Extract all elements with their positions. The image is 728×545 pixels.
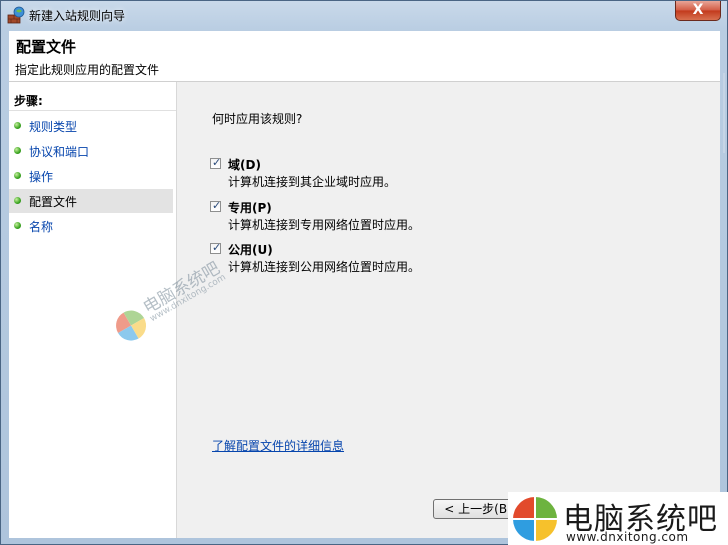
option-domain[interactable]: ✓ 域(D) 计算机连接到其企业域时应用。 xyxy=(210,154,510,190)
domain-checkbox[interactable]: ✓ xyxy=(210,156,222,169)
green-dot-icon xyxy=(14,172,21,179)
step-item-name[interactable]: 名称 xyxy=(9,214,173,238)
step-item-action[interactable]: 操作 xyxy=(9,164,173,188)
green-dot-icon xyxy=(14,147,21,154)
steps-heading: 步骤: xyxy=(14,94,43,108)
step-label: 规则类型 xyxy=(29,120,78,134)
title-bar[interactable]: 新建入站规则向导 X xyxy=(1,1,727,31)
option-private[interactable]: ✓ 专用(P) 计算机连接到专用网络位置时应用。 xyxy=(210,197,510,233)
scrollbar-hint xyxy=(723,73,725,153)
checkmark-icon: ✓ xyxy=(212,199,222,212)
close-button[interactable]: X xyxy=(675,1,721,21)
green-dot-icon xyxy=(14,197,21,204)
question-text: 何时应用该规则? xyxy=(212,112,303,126)
option-label[interactable]: 专用(P) xyxy=(228,199,272,216)
private-checkbox[interactable]: ✓ xyxy=(210,199,222,212)
step-item-rule-type[interactable]: 规则类型 xyxy=(9,114,173,138)
watermark-brand: 电脑系统吧 www.dnxitong.com xyxy=(508,492,728,545)
windows-logo-icon xyxy=(513,497,557,541)
green-dot-icon xyxy=(14,222,21,229)
wizard-header: 配置文件 指定此规则应用的配置文件 xyxy=(9,31,720,82)
option-label[interactable]: 域(D) xyxy=(228,156,261,173)
window-title: 新建入站规则向导 xyxy=(29,9,126,23)
option-description: 计算机连接到专用网络位置时应用。 xyxy=(228,218,421,232)
firewall-wizard-icon xyxy=(7,6,25,24)
step-item-protocol-ports[interactable]: 协议和端口 xyxy=(9,139,173,163)
option-label[interactable]: 公用(U) xyxy=(228,241,273,258)
step-label: 操作 xyxy=(29,170,54,184)
step-item-profile[interactable]: 配置文件 xyxy=(9,189,173,213)
learn-more-link[interactable]: 了解配置文件的详细信息 xyxy=(212,437,344,454)
wizard-window: 新建入站规则向导 X 配置文件 指定此规则应用的配置文件 步骤: 规则类型 协议… xyxy=(0,0,728,545)
steps-divider xyxy=(9,110,176,111)
step-label: 名称 xyxy=(29,220,54,234)
page-subtitle: 指定此规则应用的配置文件 xyxy=(15,63,160,77)
page-title: 配置文件 xyxy=(16,38,77,56)
brand-url: www.dnxitong.com xyxy=(566,530,689,544)
close-icon: X xyxy=(692,2,704,18)
main-panel: 何时应用该规则? ✓ 域(D) 计算机连接到其企业域时应用。 ✓ 专用(P) 计… xyxy=(176,82,720,538)
checkmark-icon: ✓ xyxy=(212,156,222,169)
step-label: 配置文件 xyxy=(29,195,78,209)
option-description: 计算机连接到公用网络位置时应用。 xyxy=(228,260,421,274)
option-description: 计算机连接到其企业域时应用。 xyxy=(228,175,397,189)
step-label: 协议和端口 xyxy=(29,145,90,159)
option-public[interactable]: ✓ 公用(U) 计算机连接到公用网络位置时应用。 xyxy=(210,239,510,275)
green-dot-icon xyxy=(14,122,21,129)
